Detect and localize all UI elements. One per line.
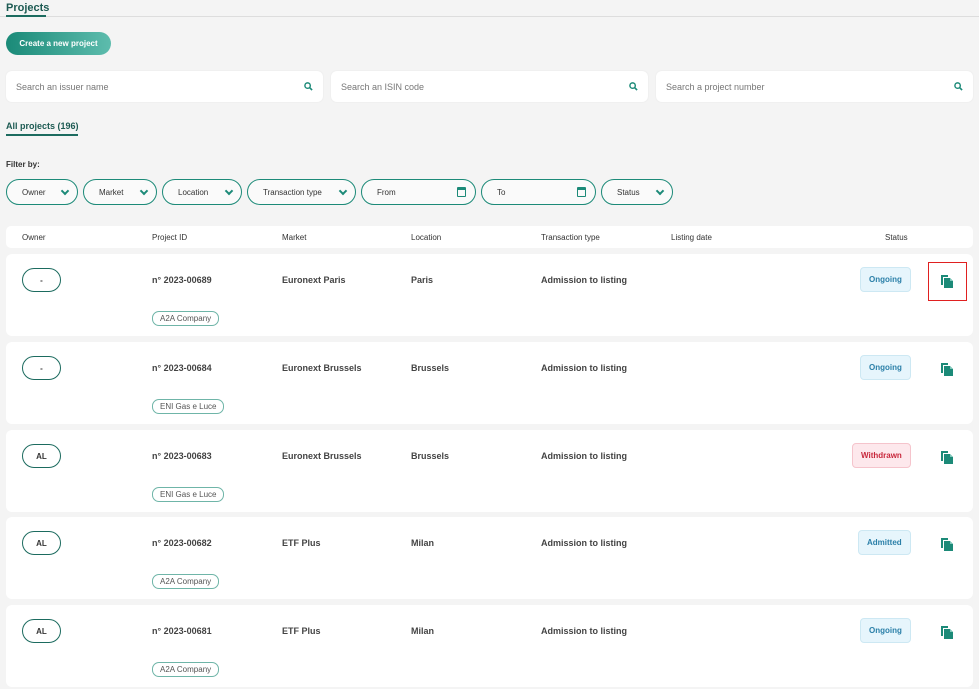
table-row[interactable]: - n° 2023-00684 Euronext Brussels Brusse… xyxy=(6,342,973,424)
project-id[interactable]: n° 2023-00682 xyxy=(152,538,212,548)
table-row[interactable]: - n° 2023-00689 Euronext Paris Paris Adm… xyxy=(6,254,973,336)
owner-badge[interactable]: AL xyxy=(22,444,61,468)
copy-icon[interactable] xyxy=(940,537,954,551)
location: Brussels xyxy=(411,363,450,373)
to-date-label: To xyxy=(497,187,506,197)
owner-badge[interactable]: - xyxy=(22,268,61,292)
status-badge: Admitted xyxy=(858,530,911,555)
filter-bar: Owner Market Location Transaction type F… xyxy=(6,179,673,205)
copy-icon[interactable] xyxy=(940,450,954,464)
search-icon[interactable] xyxy=(954,82,963,91)
owner-badge[interactable]: AL xyxy=(22,619,61,643)
status-filter[interactable]: Status xyxy=(601,179,673,205)
header-transaction-type[interactable]: Transaction type xyxy=(541,233,600,242)
project-id[interactable]: n° 2023-00681 xyxy=(152,626,212,636)
company-tag: ENI Gas e Luce xyxy=(152,399,225,414)
transaction-type: Admission to listing xyxy=(541,626,628,636)
issuer-search[interactable] xyxy=(6,71,323,102)
tab-underline xyxy=(6,134,78,136)
page-title[interactable]: Projects xyxy=(6,2,49,14)
header-status[interactable]: Status xyxy=(885,233,908,242)
transaction-type-filter[interactable]: Transaction type xyxy=(247,179,356,205)
issuer-search-input[interactable] xyxy=(16,81,276,92)
highlight-box xyxy=(928,262,967,301)
table-row[interactable]: AL n° 2023-00682 ETF Plus Milan Admissio… xyxy=(6,517,973,599)
divider xyxy=(0,16,979,17)
owner-badge[interactable]: - xyxy=(22,356,61,380)
project-id[interactable]: n° 2023-00684 xyxy=(152,363,212,373)
status-badge: Ongoing xyxy=(860,618,911,643)
chevron-down-icon xyxy=(60,186,70,195)
from-date-filter[interactable]: From xyxy=(361,179,476,205)
active-tab-underline xyxy=(6,15,46,17)
chevron-down-icon xyxy=(224,186,234,195)
project-number-search-input[interactable] xyxy=(666,81,926,92)
calendar-icon[interactable] xyxy=(457,187,466,197)
company-tag: ENI Gas e Luce xyxy=(152,487,225,502)
copy-icon[interactable] xyxy=(940,625,954,639)
market: Euronext Paris xyxy=(282,275,346,285)
location-filter-label: Location xyxy=(178,187,209,197)
project-number-search[interactable] xyxy=(656,71,973,102)
transaction-type: Admission to listing xyxy=(541,275,628,285)
status-badge: Ongoing xyxy=(860,355,911,380)
market: Euronext Brussels xyxy=(282,451,362,461)
owner-filter-label: Owner xyxy=(22,187,46,197)
to-date-filter[interactable]: To xyxy=(481,179,596,205)
copy-icon[interactable] xyxy=(940,362,954,376)
location: Paris xyxy=(411,275,434,285)
location: Milan xyxy=(411,538,435,548)
isin-search[interactable] xyxy=(331,71,648,102)
project-id[interactable]: n° 2023-00683 xyxy=(152,451,212,461)
owner-badge[interactable]: AL xyxy=(22,531,61,555)
status-badge: Ongoing xyxy=(860,267,911,292)
header-market[interactable]: Market xyxy=(282,233,306,242)
market-filter-label: Market xyxy=(99,187,124,197)
transaction-type-filter-label: Transaction type xyxy=(263,187,322,197)
filter-label: Filter by: xyxy=(6,160,40,169)
header-location[interactable]: Location xyxy=(411,233,441,242)
table-row[interactable]: AL n° 2023-00683 Euronext Brussels Bruss… xyxy=(6,430,973,512)
owner-filter[interactable]: Owner xyxy=(6,179,78,205)
chevron-down-icon xyxy=(139,186,149,195)
header-listing-date[interactable]: Listing date xyxy=(671,233,712,242)
status-filter-label: Status xyxy=(617,187,640,197)
transaction-type: Admission to listing xyxy=(541,538,628,548)
company-tag: A2A Company xyxy=(152,574,220,589)
search-icon[interactable] xyxy=(304,82,313,91)
project-id[interactable]: n° 2023-00689 xyxy=(152,275,212,285)
market-filter[interactable]: Market xyxy=(83,179,157,205)
company-tag: A2A Company xyxy=(152,311,220,326)
table-header: Owner Project ID Market Location Transac… xyxy=(6,226,973,248)
chevron-down-icon xyxy=(338,186,348,195)
location-filter[interactable]: Location xyxy=(162,179,242,205)
transaction-type: Admission to listing xyxy=(541,451,628,461)
isin-search-input[interactable] xyxy=(341,81,601,92)
header-owner[interactable]: Owner xyxy=(22,233,46,242)
status-badge: Withdrawn xyxy=(852,443,911,468)
company-tag: A2A Company xyxy=(152,662,220,677)
header-project-id[interactable]: Project ID xyxy=(152,233,187,242)
table-row[interactable]: AL n° 2023-00681 ETF Plus Milan Admissio… xyxy=(6,605,973,687)
market: Euronext Brussels xyxy=(282,363,362,373)
tab-all-projects[interactable]: All projects (196) xyxy=(6,121,79,131)
transaction-type: Admission to listing xyxy=(541,363,628,373)
calendar-icon[interactable] xyxy=(577,187,586,197)
location: Milan xyxy=(411,626,435,636)
create-project-button[interactable]: Create a new project xyxy=(6,32,111,55)
chevron-down-icon xyxy=(655,186,665,195)
market: ETF Plus xyxy=(282,626,321,636)
from-date-label: From xyxy=(377,187,396,197)
location: Brussels xyxy=(411,451,450,461)
market: ETF Plus xyxy=(282,538,321,548)
search-icon[interactable] xyxy=(629,82,638,91)
